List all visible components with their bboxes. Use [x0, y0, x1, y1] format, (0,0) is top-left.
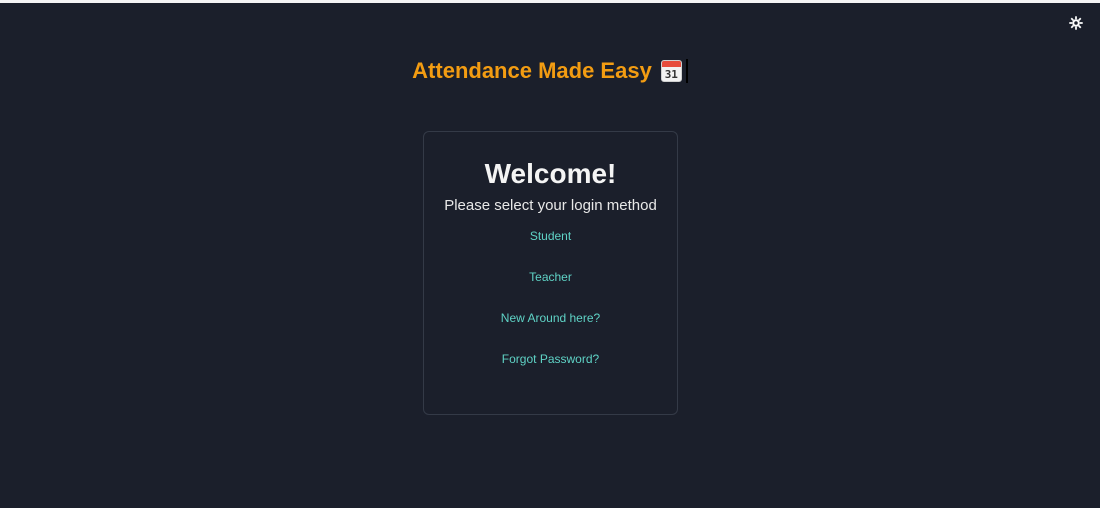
app-header: Attendance Made Easy 31 — [0, 56, 1100, 86]
typing-cursor — [685, 59, 688, 83]
gear-icon — [1069, 15, 1083, 35]
calendar-icon-day: 31 — [664, 68, 678, 81]
theme-toggle-button[interactable] — [1067, 15, 1085, 35]
login-options: Student Teacher New Around here? Forgot … — [501, 228, 600, 392]
app-title: Attendance Made Easy 31 — [412, 56, 688, 86]
calendar-icon: 31 — [660, 60, 682, 82]
login-method-subtitle: Please select your login method — [444, 197, 657, 214]
forgot-password-link[interactable]: Forgot Password? — [502, 351, 599, 367]
register-link[interactable]: New Around here? — [501, 310, 600, 326]
welcome-title: Welcome! — [484, 158, 617, 189]
student-login-link[interactable]: Student — [530, 228, 571, 244]
teacher-login-link[interactable]: Teacher — [529, 269, 572, 285]
top-strip — [0, 0, 1100, 3]
login-card: Welcome! Please select your login method… — [423, 131, 678, 415]
app-title-text: Attendance Made Easy — [412, 58, 652, 83]
